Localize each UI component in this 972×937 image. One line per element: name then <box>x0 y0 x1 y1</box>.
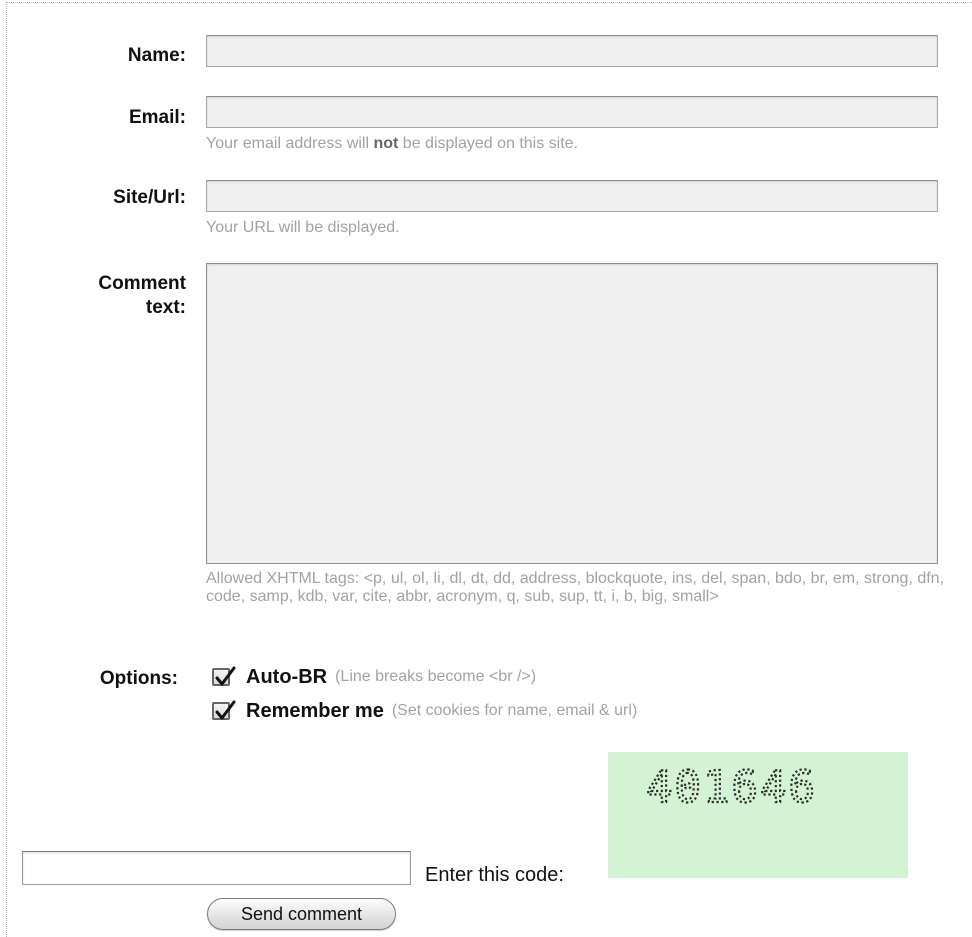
name-field[interactable] <box>206 35 938 67</box>
option-auto-br[interactable]: Auto-BR (Line breaks become <br />) <box>212 664 536 690</box>
comment-label-line2: text: <box>145 297 186 318</box>
checkmark-icon <box>215 700 236 720</box>
allowed-tags-note: Allowed XHTML tags: <p, ul, ol, li, dl, … <box>206 570 945 605</box>
options-label: Options: <box>99 668 178 689</box>
email-field[interactable] <box>206 96 938 128</box>
comment-label-line1: Comment <box>98 273 186 294</box>
checkmark-icon <box>215 666 236 686</box>
send-comment-button[interactable]: Send comment <box>207 898 396 930</box>
option-remember-me[interactable]: Remember me (Set cookies for name, email… <box>212 698 637 724</box>
email-note-text-end: be displayed on this site. <box>398 135 579 152</box>
name-label: Name: <box>127 45 186 66</box>
captcha-code: 401646 <box>646 762 817 813</box>
url-field[interactable] <box>206 180 938 212</box>
captcha-code-graphic: 401646 <box>645 761 817 814</box>
url-note: Your URL will be displayed. <box>206 219 400 236</box>
auto-br-hint: (Line breaks become <br />) <box>335 668 537 685</box>
auto-br-checkbox[interactable] <box>212 666 236 686</box>
remember-me-hint: (Set cookies for name, email & url) <box>391 702 638 719</box>
email-label: Email: <box>128 107 186 128</box>
comment-label: Comment text: <box>6 272 186 320</box>
auto-br-label: Auto-BR <box>246 665 328 688</box>
captcha-input[interactable] <box>22 851 411 885</box>
remember-me-checkbox[interactable] <box>212 700 236 720</box>
url-label: Site/Url: <box>113 187 186 208</box>
email-note-emphasis: not <box>373 135 399 152</box>
email-note-text: Your email address will <box>206 135 374 152</box>
captcha-image: 401646 <box>608 752 908 878</box>
comment-textarea[interactable] <box>206 263 938 564</box>
email-note: Your email address will not be displayed… <box>206 134 578 154</box>
captcha-label: Enter this code: <box>425 864 564 886</box>
remember-me-label: Remember me <box>246 699 384 722</box>
